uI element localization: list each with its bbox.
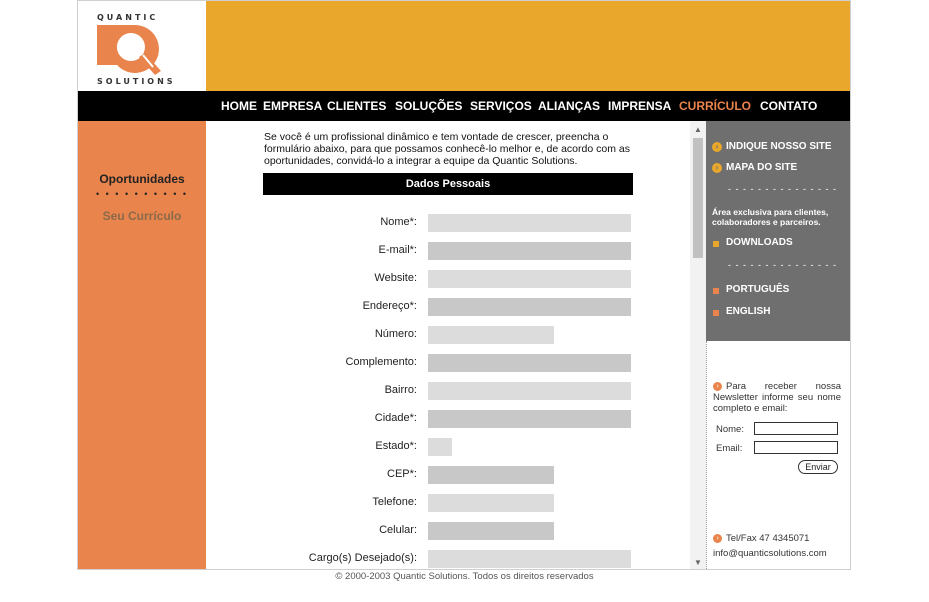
square-bullet-icon — [713, 310, 719, 316]
square-bullet-icon — [713, 288, 719, 294]
nav-empresa[interactable]: EMPRESA — [263, 99, 322, 113]
divider: - - - - - - - - - - - - - - - — [728, 260, 837, 270]
bairro-input[interactable] — [428, 382, 631, 400]
footer-copyright: © 2000-2003 Quantic Solutions. Todos os … — [335, 571, 594, 582]
arrow-circle-icon: › — [712, 163, 722, 173]
newsletter-email-label: Email: — [716, 443, 743, 454]
arrow-circle-icon: › — [713, 381, 722, 391]
form-row-nome: Nome*: — [206, 214, 706, 232]
form-row-email: E-mail*: — [206, 242, 706, 260]
scrollbar[interactable]: ▲ ▼ — [690, 121, 706, 569]
form-row-cargo: Cargo(s) Desejado(s): — [206, 550, 706, 568]
sidebar-item-opportunities[interactable]: Oportunidades — [78, 172, 206, 186]
logo-top-text: QUANTIC — [97, 13, 159, 22]
form-row-estado: Estado*: — [206, 438, 706, 456]
nav-imprensa[interactable]: IMPRENSA — [608, 99, 671, 113]
header-banner — [206, 1, 850, 91]
newsletter-text: › Para receber nossa Newsletter informe s… — [713, 381, 841, 414]
form-row-numero: Número: — [206, 326, 706, 344]
arrow-circle-icon: › — [713, 533, 722, 543]
lang-portugues-link[interactable]: PORTUGUÊS — [726, 284, 789, 295]
right-panel: › INDIQUE NOSSO SITE › MAPA DO SITE - - … — [706, 121, 850, 341]
nav-servicos[interactable]: SERVIÇOS — [470, 99, 532, 113]
nav-contato[interactable]: CONTATO — [760, 99, 817, 113]
website-input[interactable] — [428, 270, 631, 288]
logo-q-icon — [97, 25, 161, 75]
mapa-site-link[interactable]: MAPA DO SITE — [726, 162, 797, 173]
newsletter-panel: › Para receber nossa Newsletter informe s… — [706, 341, 850, 569]
scroll-down-icon[interactable]: ▼ — [690, 558, 706, 567]
newsletter-description: Para receber nossa Newsletter informe se… — [713, 381, 841, 414]
scroll-thumb[interactable] — [693, 138, 703, 258]
arrow-circle-icon: › — [712, 142, 722, 152]
nav-clientes[interactable]: CLIENTES — [327, 99, 386, 113]
field-label: Cidade*: — [374, 412, 417, 424]
form-row-cep: CEP*: — [206, 466, 706, 484]
field-label: Estado*: — [375, 440, 417, 452]
main-nav: HOME EMPRESA CLIENTES SOLUÇÕES SERVIÇOS … — [78, 91, 850, 121]
cargo-input[interactable] — [428, 550, 631, 568]
indique-site-link[interactable]: INDIQUE NOSSO SITE — [726, 141, 832, 152]
lang-english-link[interactable]: ENGLISH — [726, 306, 770, 317]
field-label: CEP*: — [387, 468, 417, 480]
main-content: Se você é um profissional dinâmico e tem… — [206, 121, 706, 569]
field-label: Número: — [374, 328, 417, 340]
contact-phone: Tel/Fax 47 4345071 — [726, 533, 810, 544]
field-label: Telefone: — [372, 496, 417, 508]
sidebar-divider: • • • • • • • • • • — [95, 189, 188, 199]
nav-solucoes[interactable]: SOLUÇÕES — [395, 99, 462, 113]
field-label: E-mail*: — [378, 244, 417, 256]
nav-home[interactable]: HOME — [221, 99, 257, 113]
celular-input[interactable] — [428, 522, 554, 540]
nav-curriculo[interactable]: CURRÍCULO — [679, 99, 751, 113]
numero-input[interactable] — [428, 326, 554, 344]
telefone-input[interactable] — [428, 494, 554, 512]
endereco-input[interactable] — [428, 298, 631, 316]
complemento-input[interactable] — [428, 354, 631, 372]
contact-email[interactable]: info@quanticsolutions.com — [713, 546, 850, 561]
logo-bottom-text: SOLUTIONS — [97, 77, 176, 86]
intro-text: Se você é um profissional dinâmico e tem… — [264, 131, 630, 167]
newsletter-name-label: Nome: — [716, 424, 744, 435]
email-input[interactable] — [428, 242, 631, 260]
browser-page: QUANTIC SOLUTIONS HOME EMPRESA CLIENTES … — [77, 0, 851, 570]
newsletter-send-button[interactable]: Enviar — [798, 460, 838, 474]
square-bullet-icon — [713, 241, 719, 247]
left-sidebar: Oportunidades • • • • • • • • • • Seu Cu… — [78, 121, 206, 569]
form-row-celular: Celular: — [206, 522, 706, 540]
field-label: Complemento: — [345, 356, 417, 368]
area-exclusiva-text: Área exclusiva para clientes, colaborado… — [712, 207, 829, 227]
form-row-endereco: Endereço*: — [206, 298, 706, 316]
cidade-input[interactable] — [428, 410, 631, 428]
field-label: Cargo(s) Desejado(s): — [308, 552, 417, 564]
form-row-bairro: Bairro: — [206, 382, 706, 400]
logo[interactable]: QUANTIC SOLUTIONS — [78, 1, 206, 91]
estado-input[interactable] — [428, 438, 452, 456]
newsletter-email-input[interactable] — [754, 441, 838, 454]
cep-input[interactable] — [428, 466, 554, 484]
field-label: Celular: — [379, 524, 417, 536]
contact-info: › Tel/Fax 47 4345071 info@quanticsolution… — [713, 531, 850, 561]
field-label: Website: — [374, 272, 417, 284]
downloads-link[interactable]: DOWNLOADS — [726, 237, 793, 248]
form-row-cidade: Cidade*: — [206, 410, 706, 428]
field-label: Nome*: — [380, 216, 417, 228]
form-row-telefone: Telefone: — [206, 494, 706, 512]
nome-input[interactable] — [428, 214, 631, 232]
field-label: Bairro: — [384, 384, 417, 396]
form-row-complemento: Complemento: — [206, 354, 706, 372]
sidebar-item-curriculum[interactable]: Seu Currículo — [78, 209, 206, 223]
field-label: Endereço*: — [362, 300, 417, 312]
newsletter-name-input[interactable] — [754, 422, 838, 435]
section-title: Dados Pessoais — [263, 173, 633, 195]
form-row-website: Website: — [206, 270, 706, 288]
scroll-up-icon[interactable]: ▲ — [690, 125, 706, 134]
nav-aliancas[interactable]: ALIANÇAS — [538, 99, 600, 113]
divider: - - - - - - - - - - - - - - - — [728, 184, 837, 194]
